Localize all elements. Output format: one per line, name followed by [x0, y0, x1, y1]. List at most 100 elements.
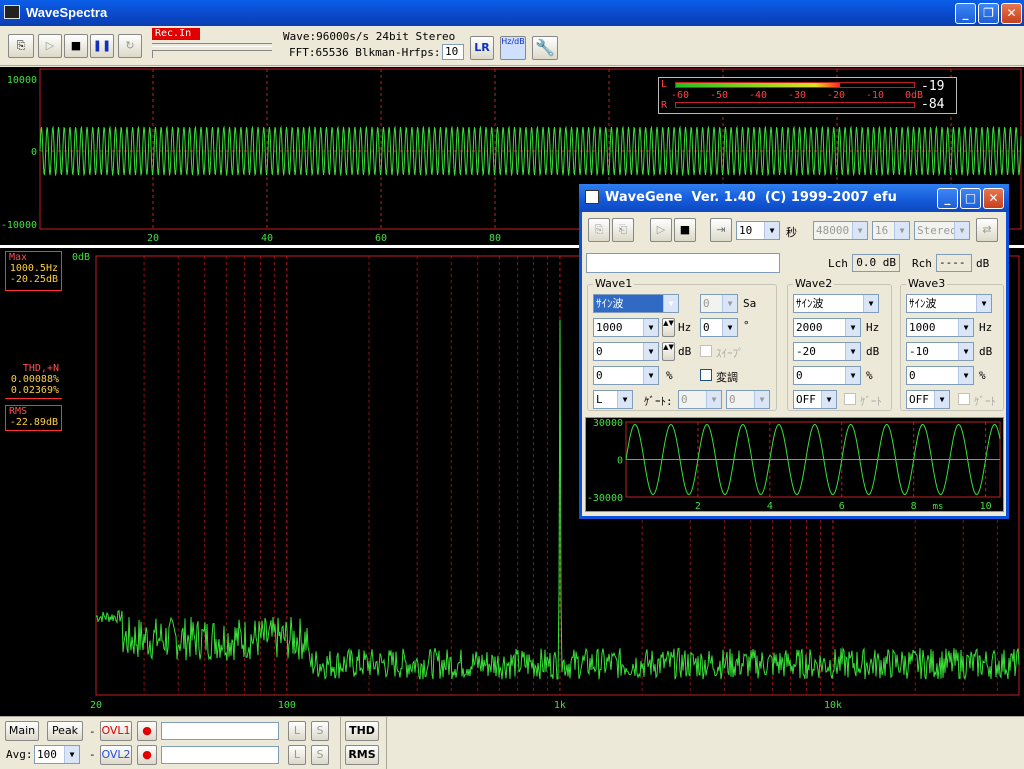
wavegene-close-button[interactable]: ✕ [983, 188, 1004, 209]
chevron-down-icon: ▼ [643, 319, 658, 336]
chevron-down-icon: ▼ [958, 367, 973, 384]
maximize-button[interactable]: ❐ [978, 3, 999, 24]
close-button[interactable]: ✕ [1001, 3, 1022, 24]
wavegene-preview: 30000 0 -30000 2 4 6 8 10 ms [585, 417, 1004, 512]
ovl2-record-icon[interactable]: ● [137, 745, 157, 765]
wave1-type-select[interactable]: ｻｲﾝ波 ▼ [593, 294, 679, 313]
wave2-gate-checkbox[interactable] [844, 393, 856, 405]
wave1-sweep-checkbox[interactable] [700, 345, 712, 357]
wave3-onoff-select[interactable]: OFF ▼ [906, 390, 950, 409]
avg-select[interactable]: 100 ▼ [34, 745, 80, 764]
preview-x-tick: 6 [839, 501, 845, 511]
wavegene-maximize-button[interactable]: □ [960, 188, 981, 209]
window-title: WaveSpectra [26, 5, 108, 20]
minimize-button[interactable]: _ [955, 3, 976, 24]
wg-play-icon[interactable]: ▷ [650, 218, 672, 242]
wave1-freq: 1000 [596, 321, 623, 334]
main-button[interactable]: Main [5, 721, 39, 741]
ovl1-button[interactable]: OVL1 [100, 721, 132, 741]
wg-export-icon[interactable]: ⇥ [710, 218, 732, 242]
rec-slider-track[interactable] [152, 43, 272, 47]
ovl1-l-button[interactable]: L [288, 721, 306, 741]
wave1-sa-value: 0 [703, 297, 710, 310]
wave1-gate1-select[interactable]: 0 ▼ [678, 390, 722, 409]
wave3-label: Wave3 [906, 277, 948, 290]
wave1-sa-select[interactable]: 0 ▼ [700, 294, 738, 313]
lch-label: Lch [828, 257, 848, 270]
chevron-down-icon: ▼ [845, 343, 860, 360]
open-file-button[interactable]: ⎘ [8, 34, 34, 58]
wave3-gate-checkbox[interactable] [958, 393, 970, 405]
pause-button[interactable]: ❚❚ [90, 34, 114, 58]
ovl2-button[interactable]: OVL2 [100, 745, 132, 765]
channel-select[interactable]: Stereo ▼ [914, 221, 970, 240]
wave-x-tick: 60 [375, 233, 387, 244]
thd-button[interactable]: THD [345, 721, 379, 741]
wave1-level-select[interactable]: 0 ▼ [593, 342, 659, 361]
duration-unit: 秒 [786, 226, 797, 239]
fps-label: fps: [414, 46, 441, 59]
spec-y-tick: 0dB [72, 252, 90, 263]
fps-input[interactable]: 10 [442, 44, 464, 60]
play-button[interactable]: ▷ [38, 34, 62, 58]
settings-wrench-icon[interactable]: 🔧 [532, 36, 558, 60]
wavegene-title: WaveGene Ver. 1.40 (C) 1999-2007 efu [605, 190, 897, 205]
wg-filename-field[interactable] [586, 253, 780, 273]
chevron-down-icon: ▼ [954, 222, 969, 239]
rch-unit: dB [976, 257, 990, 270]
rate-select[interactable]: 48000 ▼ [813, 221, 868, 240]
wave1-pct-select[interactable]: 0 ▼ [593, 366, 659, 385]
chevron-down-icon: ▼ [663, 295, 678, 312]
wave3-type-select[interactable]: ｻｲﾝ波 ▼ [906, 294, 992, 313]
wave-y-tick: 0 [31, 147, 37, 158]
ovl2-s-button[interactable]: S [311, 745, 329, 765]
wave2-freq-select[interactable]: 2000 ▼ [793, 318, 861, 337]
wave1-phase-select[interactable]: 0 ▼ [700, 318, 738, 337]
reload-button[interactable]: ↻ [118, 34, 142, 58]
wave1-freq-select[interactable]: 1000 ▼ [593, 318, 659, 337]
chevron-down-icon: ▼ [976, 295, 991, 312]
wavegene-minimize-button[interactable]: _ [937, 188, 958, 209]
wavegene-title-bar[interactable]: WaveGene Ver. 1.40 (C) 1999-2007 efu _ □… [579, 184, 1009, 212]
wg-options-icon[interactable]: ⇄ [976, 218, 998, 242]
wave1-gate2-select[interactable]: 0 ▼ [726, 390, 770, 409]
wave1-channel-select[interactable]: L ▼ [593, 390, 633, 409]
stop-button[interactable]: ■ [64, 34, 88, 58]
wave3-level-select[interactable]: -10 ▼ [906, 342, 974, 361]
wave2-pct-select[interactable]: 0 ▼ [793, 366, 861, 385]
rms-button[interactable]: RMS [345, 745, 379, 765]
peak-button[interactable]: Peak [47, 721, 83, 741]
meter-r-label: R [661, 100, 668, 111]
wg-stop-icon[interactable]: ■ [674, 218, 696, 242]
ovl1-record-icon[interactable]: ● [137, 721, 157, 741]
chevron-down-icon: ▼ [863, 295, 878, 312]
wave3-freq-select[interactable]: 1000 ▼ [906, 318, 974, 337]
wave2-type-select[interactable]: ｻｲﾝ波 ▼ [793, 294, 879, 313]
wave1-sweep-label: ｽｲｰﾌﾟ [716, 347, 744, 360]
wg-open-icon[interactable]: ⎘ [588, 218, 610, 242]
chevron-down-icon: ▼ [617, 391, 632, 408]
ovl2-field[interactable] [161, 746, 279, 764]
title-bar: WaveSpectra _ ❐ ✕ [0, 0, 1024, 26]
wave1-level-spinner[interactable]: ▲▼ [662, 342, 675, 361]
chevron-down-icon: ▼ [958, 343, 973, 360]
ovl1-s-button[interactable]: S [311, 721, 329, 741]
lr-toggle-button[interactable]: LR [470, 36, 494, 60]
preview-x-tick: 4 [767, 501, 773, 511]
wave2-level-select[interactable]: -20 ▼ [793, 342, 861, 361]
rec-level-track[interactable] [152, 50, 272, 58]
meter-scale-tick: -60 [671, 90, 690, 101]
hz-db-toggle-button[interactable]: Hz/dB [500, 36, 526, 60]
bits-select[interactable]: 16 ▼ [872, 221, 910, 240]
ovl2-l-button[interactable]: L [288, 745, 306, 765]
wg-save-icon[interactable]: ⎗ [612, 218, 634, 242]
ovl1-field[interactable] [161, 722, 279, 740]
wave3-pct-select[interactable]: 0 ▼ [906, 366, 974, 385]
wave1-mod-checkbox[interactable] [700, 369, 712, 381]
wave2-onoff-select[interactable]: OFF ▼ [793, 390, 837, 409]
duration-select[interactable]: 10 ▼ [736, 221, 780, 240]
chevron-down-icon: ▼ [958, 319, 973, 336]
wave1-freq-spinner[interactable]: ▲▼ [662, 318, 675, 337]
wave2-level: -20 [796, 345, 816, 358]
meter-l-value: -19 [921, 79, 945, 94]
